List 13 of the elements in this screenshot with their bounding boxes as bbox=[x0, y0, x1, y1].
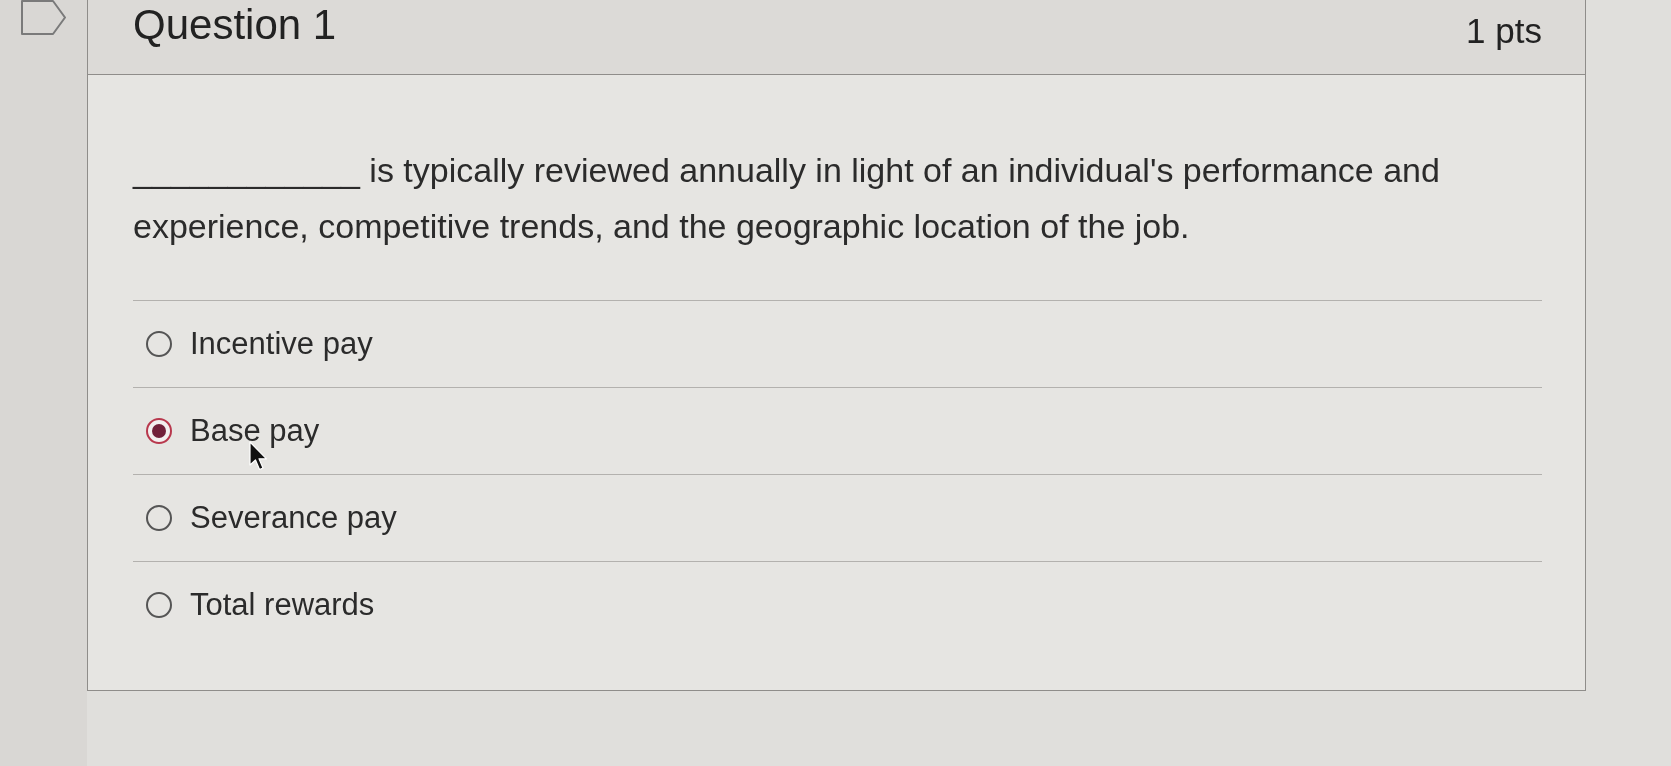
answer-option[interactable]: Total rewards bbox=[146, 585, 375, 625]
answer-option[interactable]: Severance pay bbox=[146, 498, 397, 538]
radio-button[interactable] bbox=[146, 505, 172, 531]
tag-icon[interactable] bbox=[21, 0, 66, 35]
question-title: Question 1 bbox=[133, 0, 337, 50]
question-text: ____________ is typically reviewed annually in light of an individual's performance and experience, competitive trends, and the geographic location of the job. bbox=[133, 150, 1441, 247]
answer-option[interactable]: Base pay bbox=[146, 411, 320, 451]
mouse-pointer-icon bbox=[249, 441, 269, 471]
radio-button[interactable] bbox=[146, 418, 172, 444]
radio-button[interactable] bbox=[146, 331, 172, 357]
radio-button[interactable] bbox=[146, 592, 172, 618]
answer-option[interactable]: Incentive pay bbox=[146, 324, 373, 364]
question-points: 1 pts bbox=[1466, 10, 1542, 52]
